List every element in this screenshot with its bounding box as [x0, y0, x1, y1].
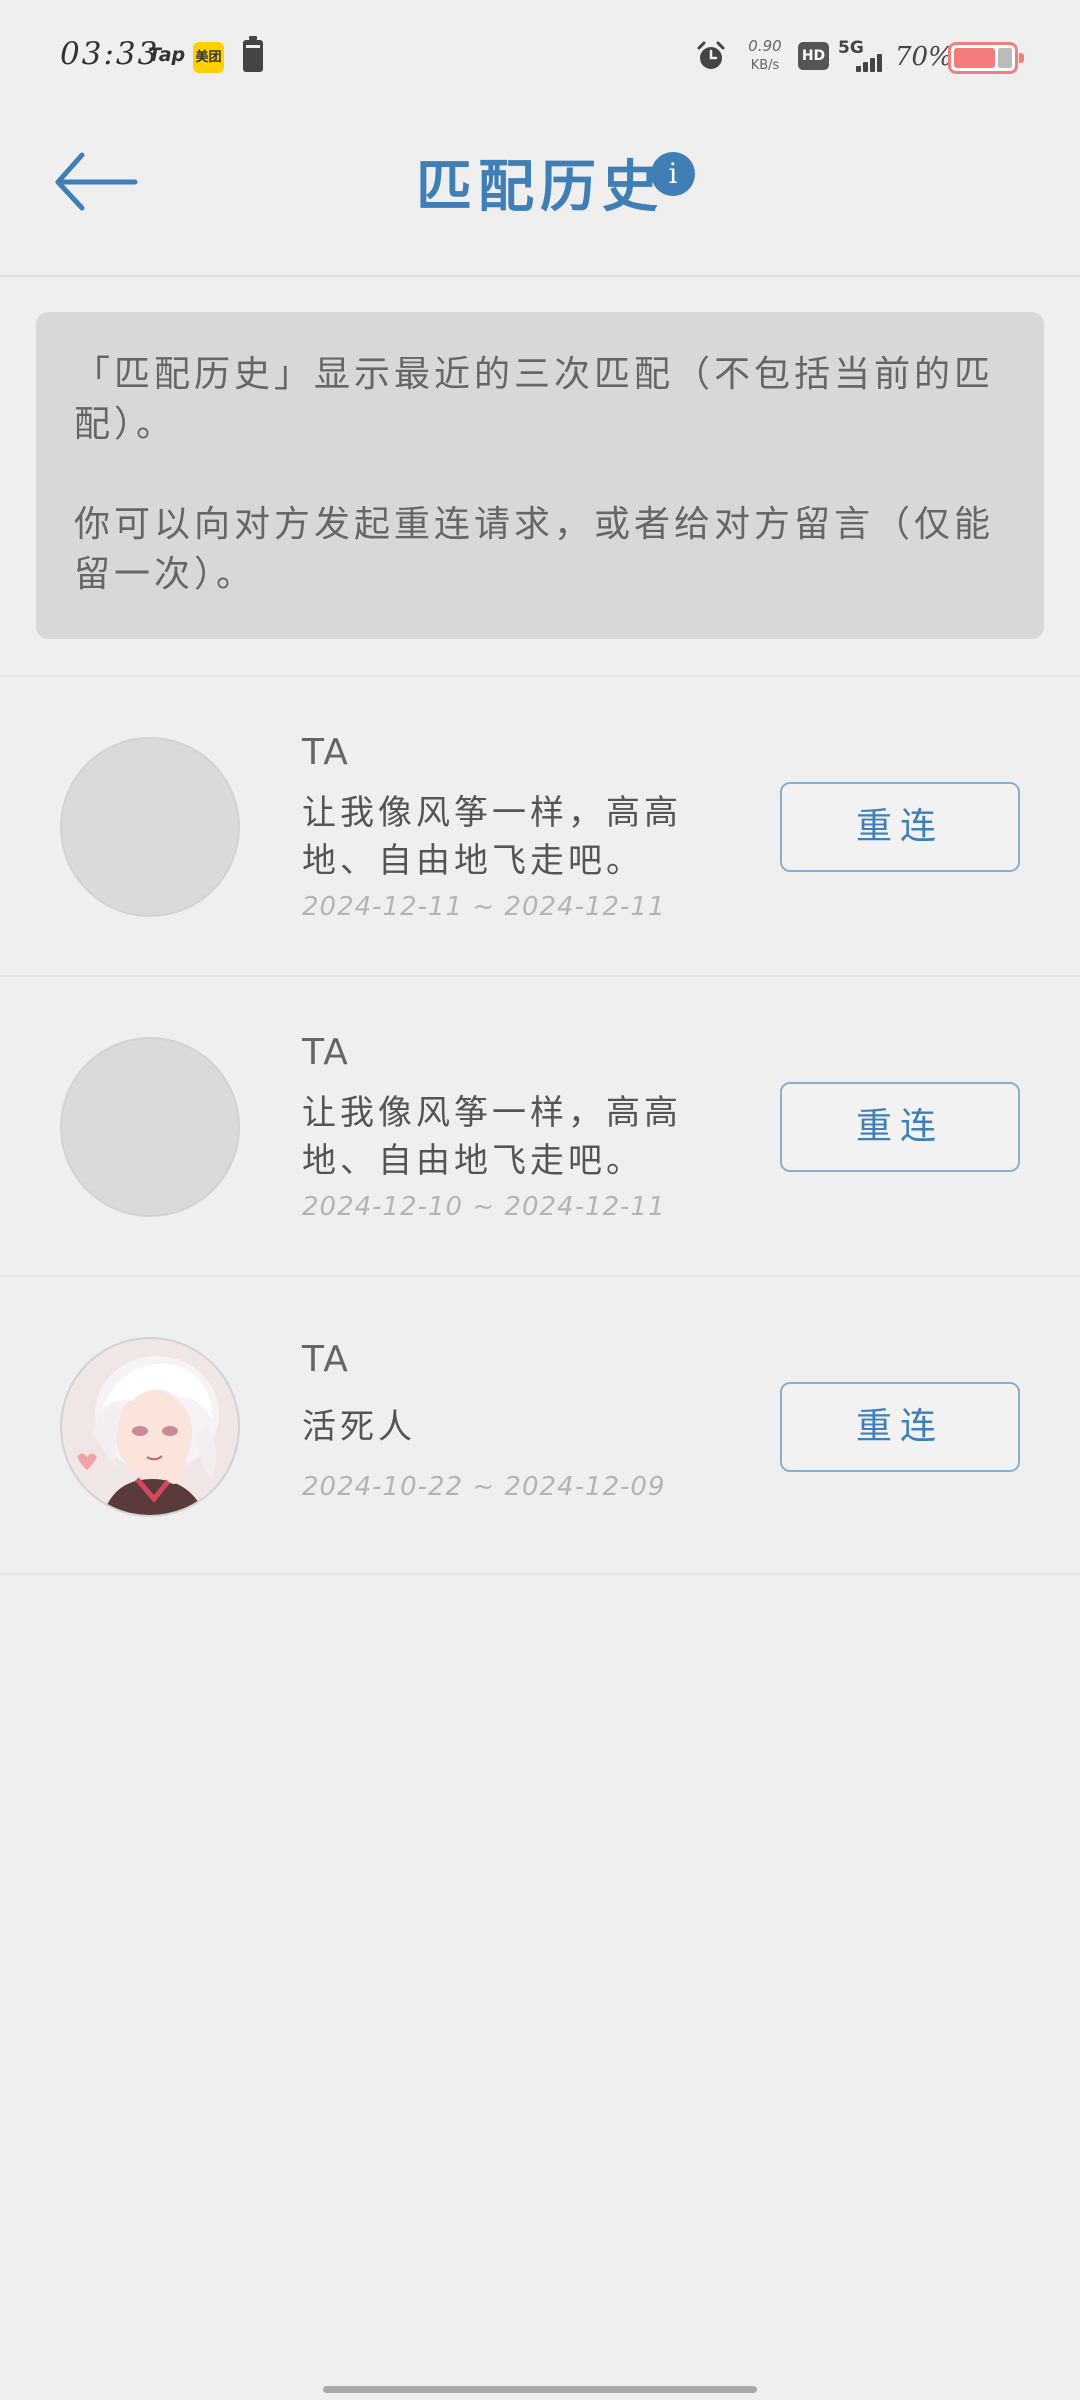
- notice-box: 「匹配历史」显示最近的三次匹配（不包括当前的匹配）。 你可以向对方发起重连请求，…: [36, 312, 1044, 639]
- avatar[interactable]: [60, 737, 240, 917]
- info-button[interactable]: i: [651, 152, 695, 196]
- match-date-range: 2024-12-11 ~ 2024-12-11: [302, 892, 666, 922]
- notice-text-1: 「匹配历史」显示最近的三次匹配（不包括当前的匹配）。: [74, 354, 995, 445]
- reconnect-button[interactable]: 重连: [780, 1082, 1020, 1172]
- network-speed: 0.90 KB/s: [745, 36, 785, 76]
- status-time: 03:33: [60, 36, 160, 72]
- status-bar: 03:33 Tap 美团 0.90 KB/s HD 5G 70%: [0, 0, 1080, 112]
- list-item[interactable]: TA 活死人 2024-10-22 ~ 2024-12-09 重连: [0, 1275, 1080, 1575]
- notice-text-2: 你可以向对方发起重连请求，或者给对方留言（仅能留一次）。: [74, 504, 995, 595]
- match-message: 让我像风筝一样，高高地、自由地飞走吧。: [302, 793, 682, 881]
- battery-fill: [954, 48, 995, 68]
- avatar[interactable]: [60, 1037, 240, 1217]
- list-item[interactable]: TA 让我像风筝一样，高高地、自由地飞走吧。 2024-12-11 ~ 2024…: [0, 675, 1080, 975]
- match-name: TA: [302, 1339, 350, 1380]
- list-item[interactable]: TA 让我像风筝一样，高高地、自由地飞走吧。 2024-12-10 ~ 2024…: [0, 975, 1080, 1275]
- reconnect-button[interactable]: 重连: [780, 1382, 1020, 1472]
- network-speed-unit: KB/s: [750, 58, 780, 73]
- tap-app-icon: Tap: [148, 44, 186, 66]
- match-name: TA: [302, 732, 350, 773]
- meituan-app-icon: 美团: [193, 42, 224, 73]
- match-name: TA: [302, 1032, 350, 1073]
- match-message: 让我像风筝一样，高高地、自由地飞走吧。: [302, 1093, 682, 1181]
- match-list: TA 让我像风筝一样，高高地、自由地飞走吧。 2024-12-11 ~ 2024…: [0, 675, 1080, 1575]
- network-speed-value: 0.90: [748, 37, 782, 55]
- page-title: 匹配历史: [416, 154, 664, 220]
- avatar[interactable]: [60, 1337, 240, 1517]
- battery-icon: [948, 42, 1024, 74]
- header: 匹配历史 i: [0, 112, 1080, 276]
- hd-icon: HD: [798, 42, 829, 70]
- reconnect-button[interactable]: 重连: [780, 782, 1020, 872]
- match-message: 活死人: [302, 1407, 416, 1447]
- home-indicator[interactable]: [323, 2386, 757, 2393]
- match-date-range: 2024-12-10 ~ 2024-12-11: [302, 1192, 666, 1222]
- battery-saver-icon: [243, 36, 263, 72]
- battery-empty: [998, 48, 1012, 68]
- match-date-range: 2024-10-22 ~ 2024-12-09: [302, 1472, 666, 1502]
- alarm-icon: [697, 41, 725, 69]
- battery-percent: 70%: [895, 42, 953, 72]
- anime-portrait-avatar: [62, 1339, 238, 1515]
- signal-icon: [856, 52, 886, 72]
- header-divider: [0, 275, 1080, 277]
